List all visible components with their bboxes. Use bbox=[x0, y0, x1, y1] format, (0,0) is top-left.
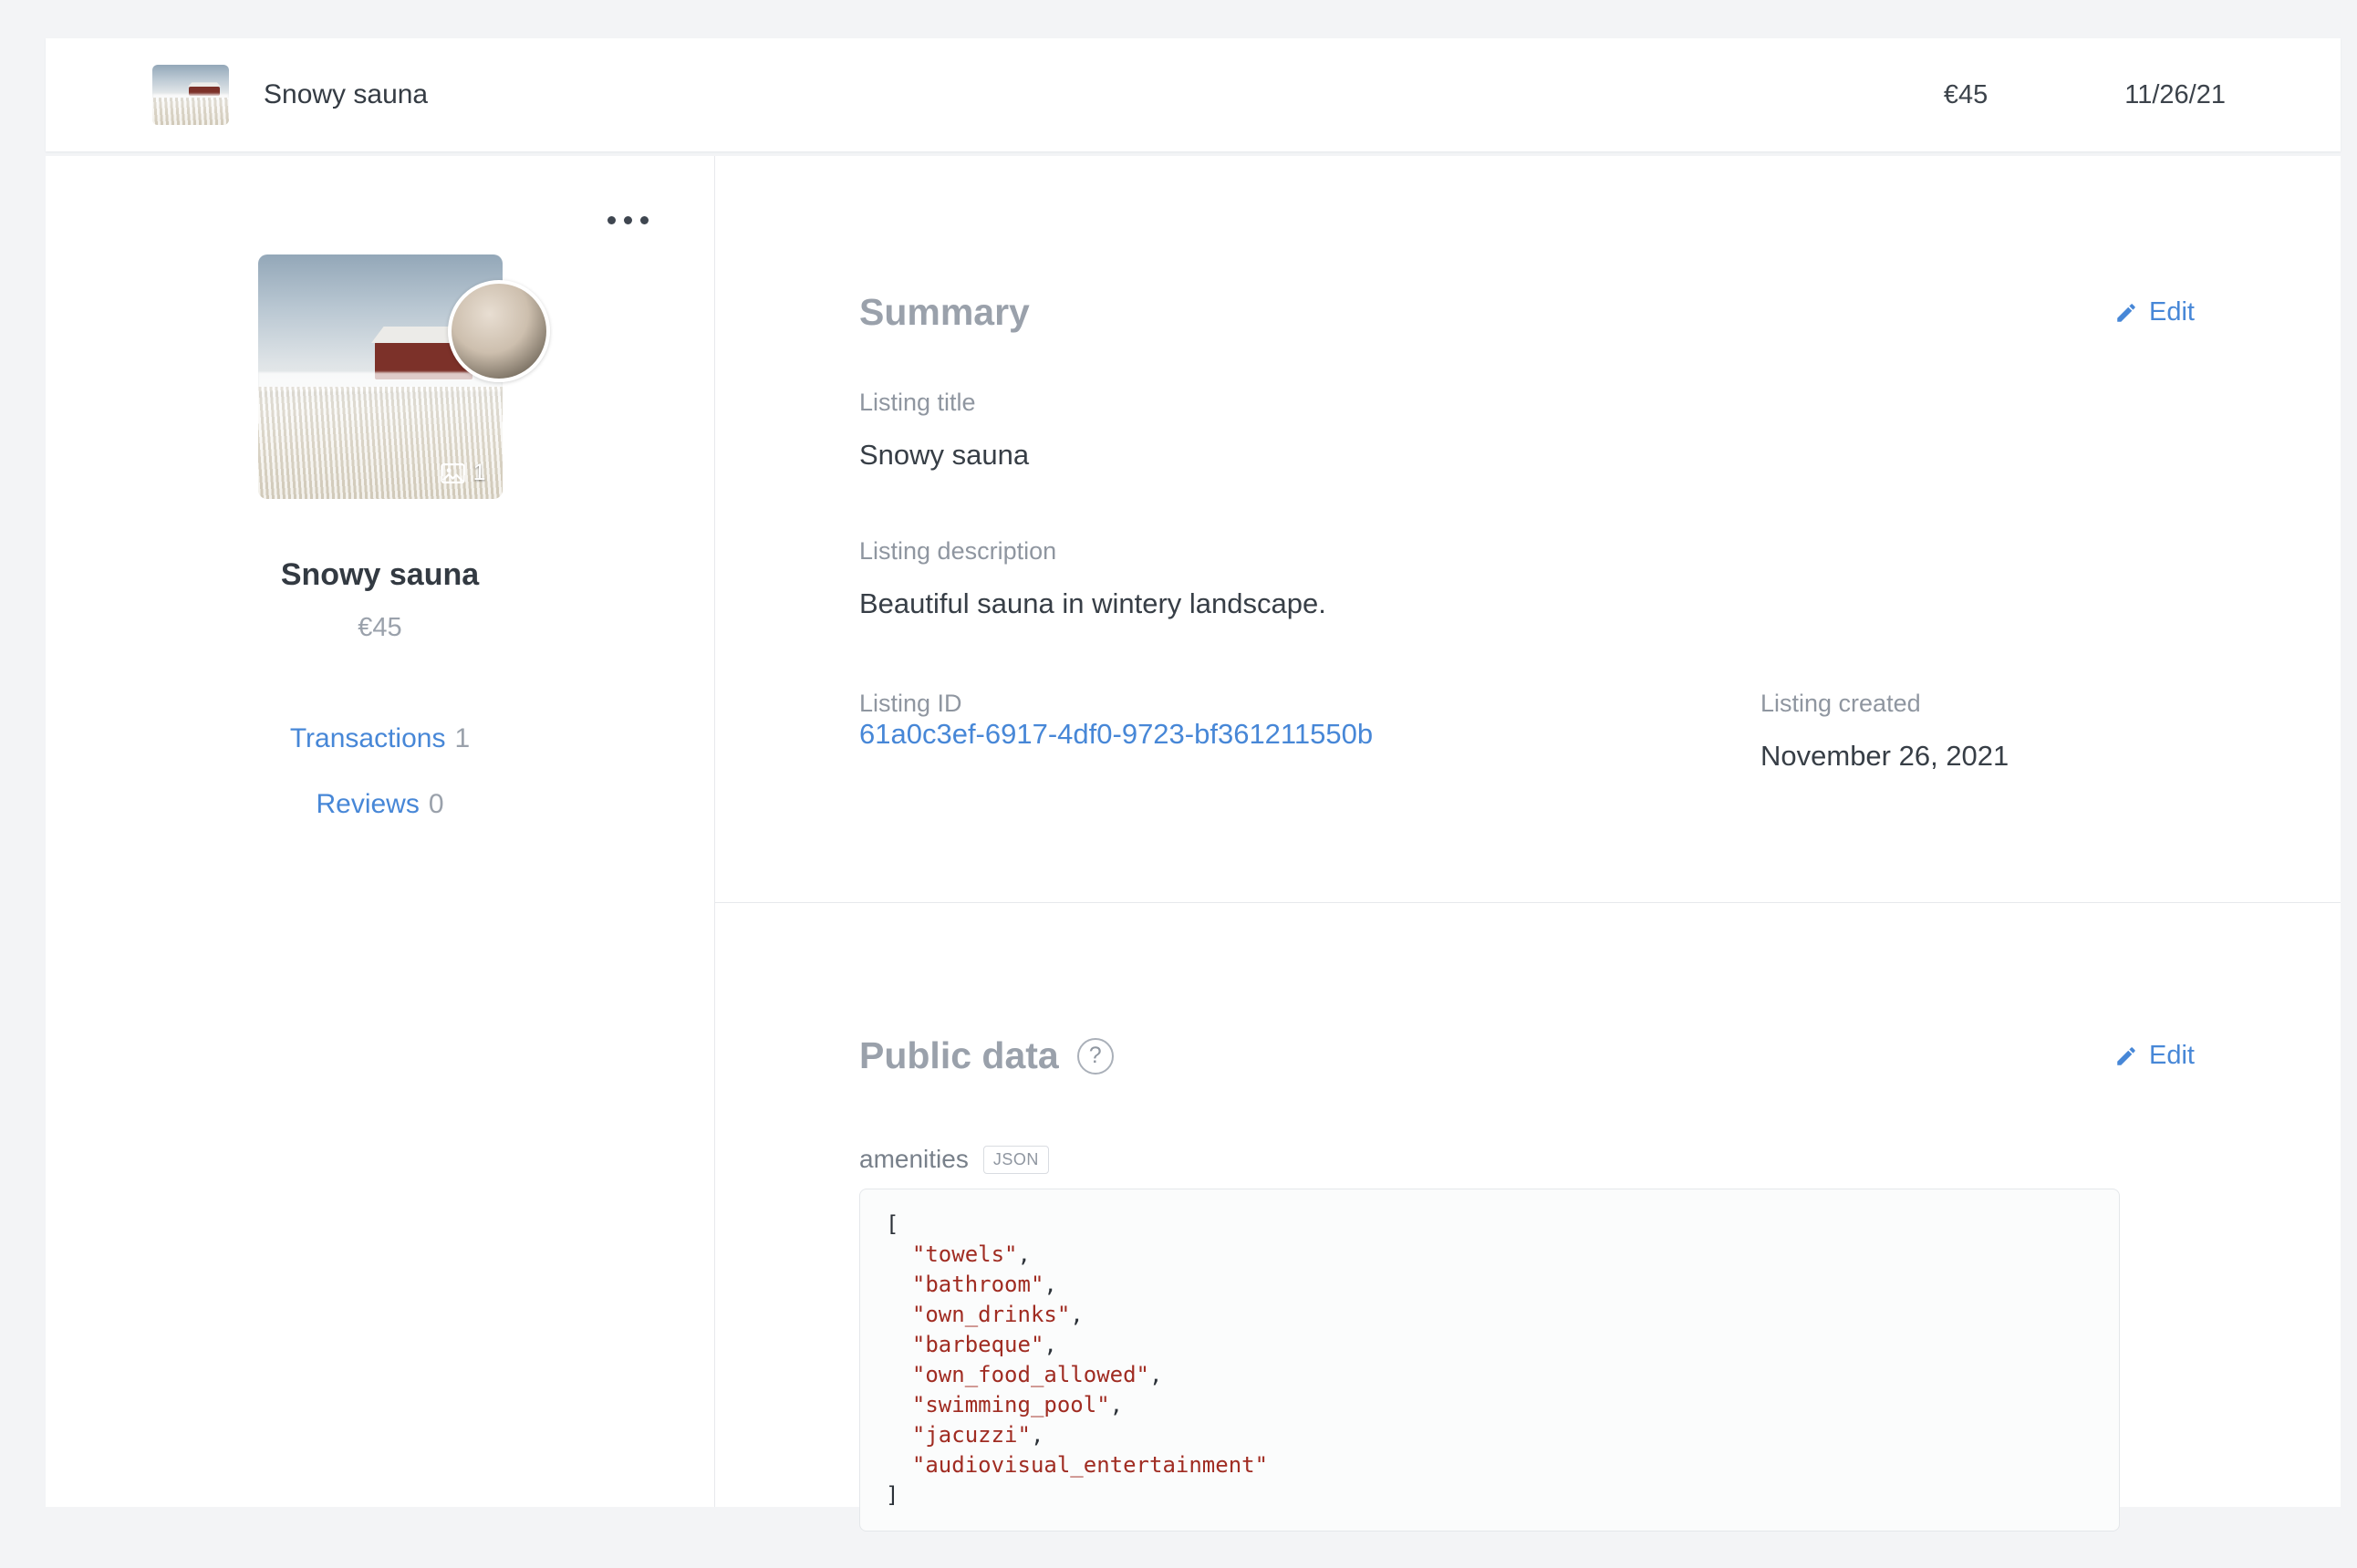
image-count-value: 1 bbox=[472, 460, 486, 485]
public-data-heading: Public data ? bbox=[859, 1034, 1114, 1077]
transactions-count: 1 bbox=[454, 723, 471, 753]
sidebar-listing-title: Snowy sauna bbox=[280, 557, 480, 592]
summary-edit-label: Edit bbox=[2149, 297, 2195, 327]
public-data-heading-text: Public data bbox=[859, 1034, 1059, 1076]
listing-description-label: Listing description bbox=[859, 537, 1057, 565]
listing-title-field: Listing title Snowy sauna bbox=[859, 389, 2195, 472]
transactions-link-label: Transactions bbox=[289, 723, 446, 753]
listing-description-value: Beautiful sauna in wintery landscape. bbox=[859, 587, 1326, 619]
listing-meta-row: Listing ID 61a0c3ef-6917-4df0-9723-bf361… bbox=[859, 690, 2195, 773]
amenities-field-header: amenities JSON bbox=[859, 1145, 2195, 1174]
sidebar-listing-price: €45 bbox=[358, 613, 402, 642]
image-count-badge: 1 bbox=[440, 460, 486, 486]
listing-thumbnail bbox=[152, 65, 229, 125]
pencil-icon bbox=[2117, 303, 2135, 322]
summary-heading: Summary bbox=[859, 291, 1030, 333]
listing-id-link[interactable]: 61a0c3ef-6917-4df0-9723-bf361211550b bbox=[859, 718, 1373, 750]
listing-detail-card: 1 Snowy sauna €45 Transactions 1 Reviews 0… bbox=[46, 156, 2341, 1532]
listing-sidebar: 1 Snowy sauna €45 Transactions 1 Reviews 0 bbox=[46, 156, 715, 1507]
ellipsis-icon bbox=[607, 216, 616, 224]
pencil-icon bbox=[2117, 1046, 2135, 1065]
listing-detail-page: Snowy sauna €45 11/26/21 1 Snowy sauna €… bbox=[0, 0, 2357, 1532]
header-listing-title: Snowy sauna bbox=[264, 79, 429, 109]
public-data-edit-label: Edit bbox=[2149, 1041, 2195, 1070]
listing-header-bar: Snowy sauna €45 11/26/21 bbox=[46, 38, 2341, 151]
listing-id-label: Listing ID bbox=[859, 690, 962, 717]
listing-created-label: Listing created bbox=[1760, 690, 1921, 717]
help-icon[interactable]: ? bbox=[1076, 1037, 1114, 1075]
summary-edit-button[interactable]: Edit bbox=[2114, 297, 2195, 327]
public-data-edit-button[interactable]: Edit bbox=[2114, 1041, 2195, 1071]
listing-created-value: November 26, 2021 bbox=[1760, 740, 2009, 772]
sidebar-link-transactions[interactable]: Transactions 1 bbox=[46, 723, 714, 754]
json-format-badge: JSON bbox=[982, 1145, 1049, 1174]
sidebar-link-reviews[interactable]: Reviews 0 bbox=[46, 789, 714, 820]
thumbnail-reeds-shape bbox=[152, 97, 229, 125]
more-actions-button[interactable] bbox=[607, 216, 649, 224]
listing-title-label: Listing title bbox=[859, 389, 976, 416]
listing-id-field: Listing ID 61a0c3ef-6917-4df0-9723-bf361… bbox=[859, 690, 1760, 773]
public-data-section: Public data ? Edit amenities JSON [ "tow… bbox=[715, 903, 2341, 1568]
reviews-count: 0 bbox=[428, 789, 444, 819]
listing-created-field: Listing created November 26, 2021 bbox=[1760, 690, 2009, 773]
provider-avatar[interactable] bbox=[447, 280, 550, 382]
header-listing-price: €45 bbox=[1943, 79, 1988, 109]
listing-description-field: Listing description Beautiful sauna in w… bbox=[859, 537, 2195, 620]
amenities-json-value: [ "towels", "bathroom", "own_drinks", "b… bbox=[859, 1189, 2120, 1532]
photo-icon bbox=[440, 462, 465, 483]
listing-main-panel: Summary Edit Listing title Snowy sauna L… bbox=[715, 156, 2341, 1532]
listing-title-value: Snowy sauna bbox=[859, 439, 1030, 471]
amenities-label: amenities bbox=[859, 1145, 969, 1173]
listing-photo-wrap: 1 bbox=[257, 254, 550, 499]
reviews-link-label: Reviews bbox=[316, 789, 420, 819]
header-listing-date: 11/26/21 bbox=[2124, 79, 2226, 109]
summary-section: Summary Edit Listing title Snowy sauna L… bbox=[715, 156, 2341, 773]
